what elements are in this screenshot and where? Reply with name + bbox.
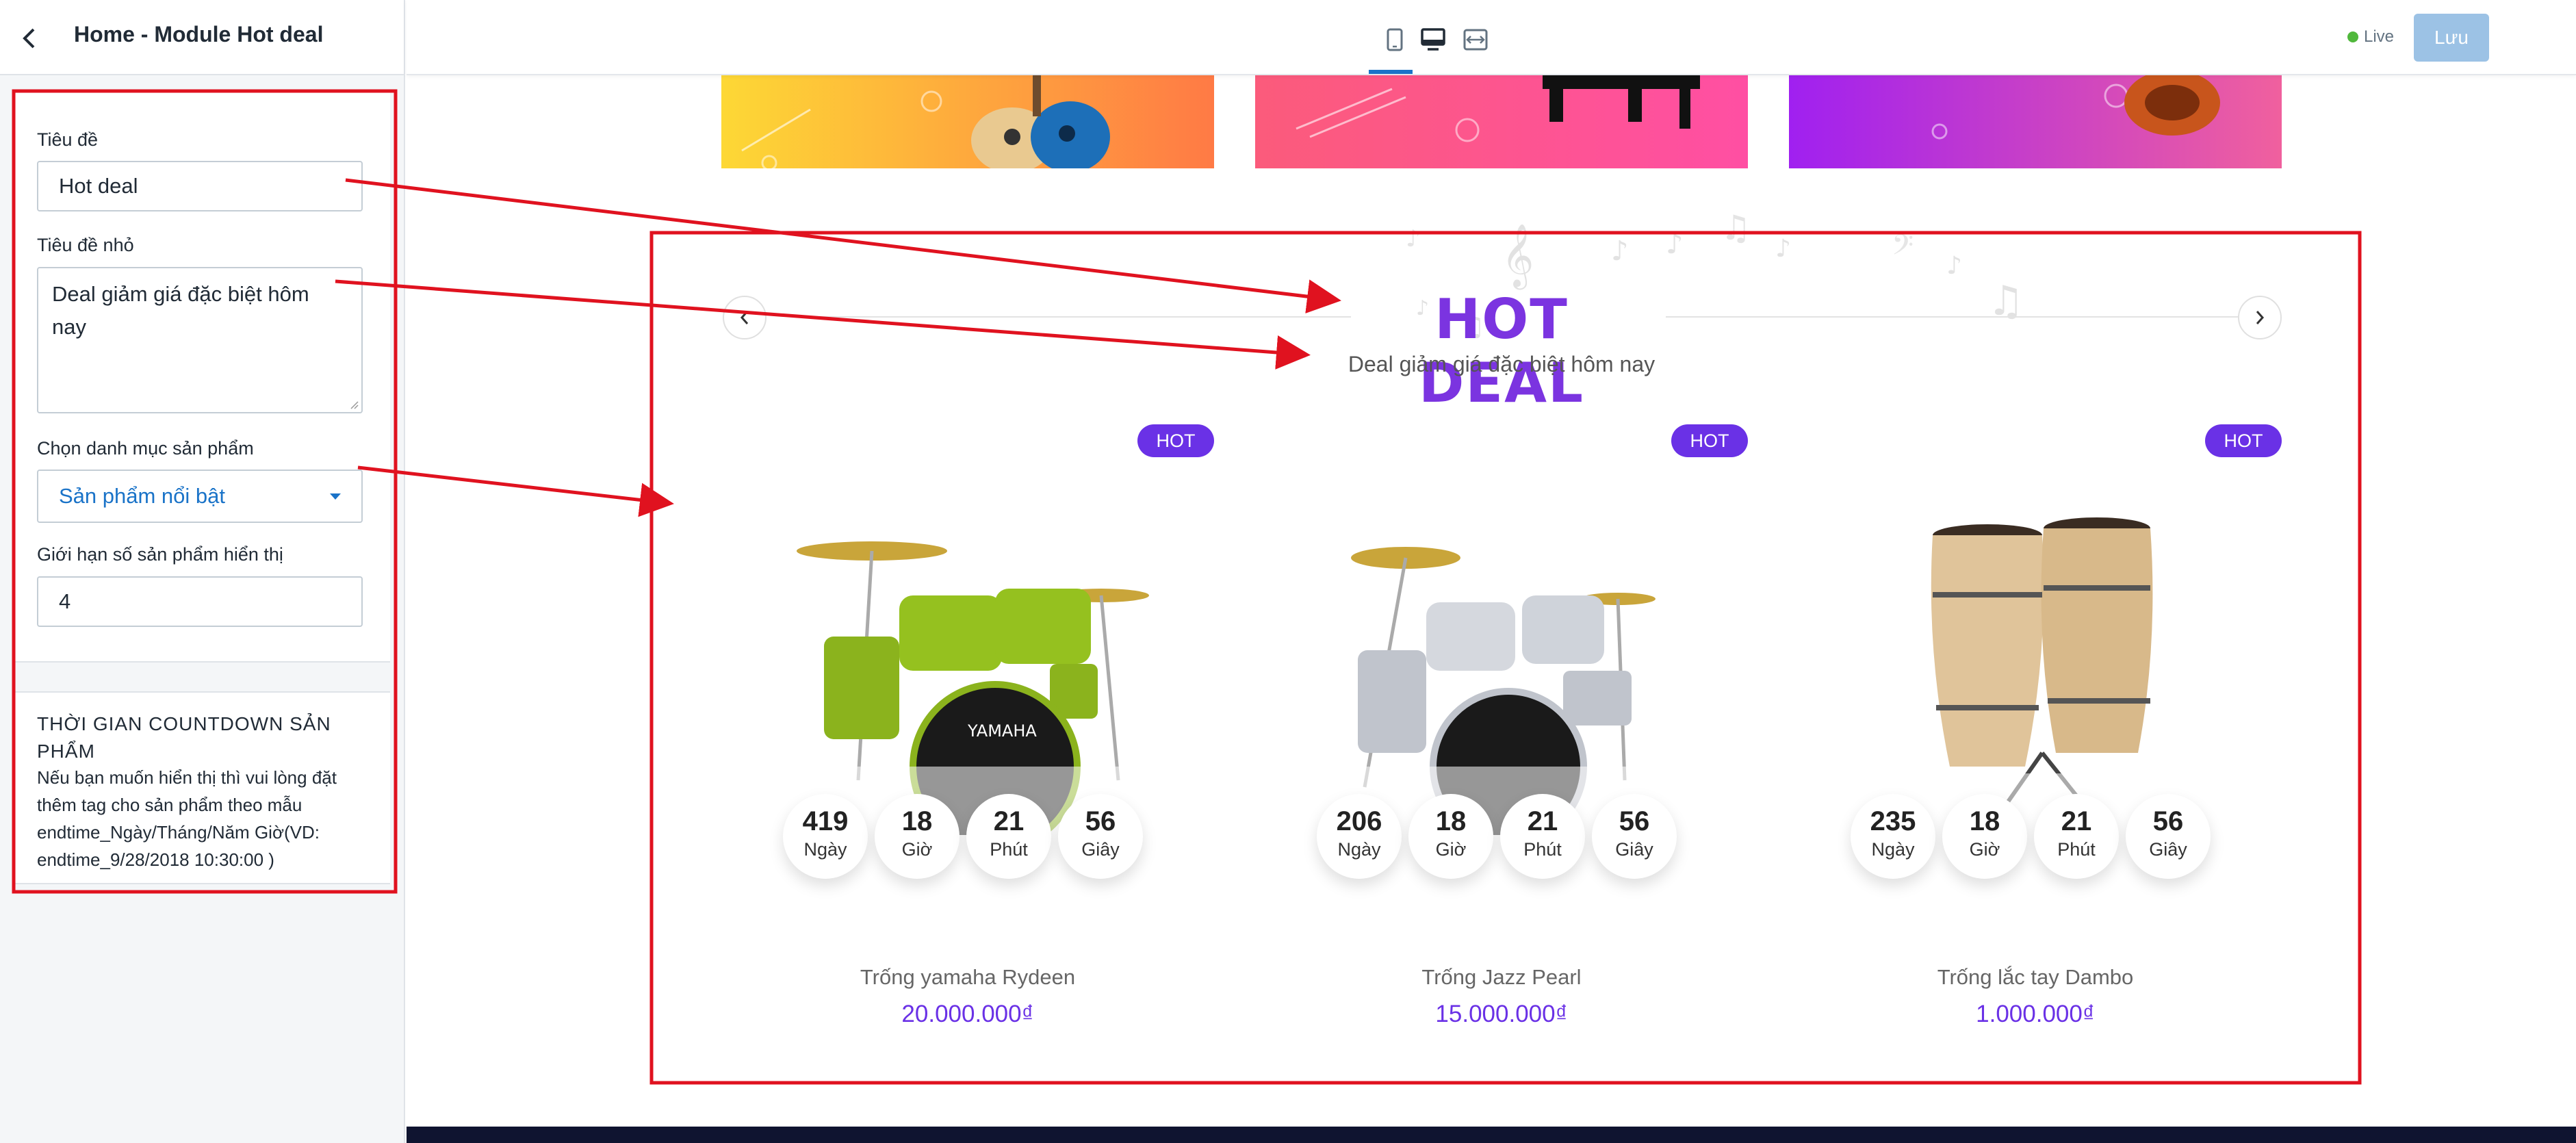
product-card[interactable]: HOT 235 Ngày 18 Giờ 21 Phút 56 Giây Trống lắ…: [1789, 424, 2282, 1109]
category-field-label: Chọn danh mục sản phẩm: [37, 438, 254, 459]
mobile-view-button[interactable]: [1374, 21, 1415, 59]
countdown-seconds: 56 Giây: [2126, 794, 2211, 879]
title-field-label: Tiêu đề: [37, 129, 99, 150]
piano-banner-image: [1255, 75, 1748, 168]
svg-text:♪: ♪: [1946, 252, 1962, 280]
fullwidth-view-button[interactable]: [1455, 21, 1496, 59]
countdown-info-card: THỜI GIAN COUNTDOWN SẢN PHẨM Nếu bạn muố…: [15, 691, 390, 884]
back-button[interactable]: [10, 19, 48, 57]
limit-field-label: Giới hạn số sản phẩm hiển thị: [37, 544, 283, 565]
product-name[interactable]: Trống yamaha Rydeen: [721, 965, 1214, 990]
countdown-timer: 419 Ngày 18 Giờ 21 Phút 56 Giây: [783, 794, 1166, 890]
product-price: 1.000.000₫: [1976, 1001, 2095, 1027]
countdown-hours: 18 Giờ: [875, 794, 959, 879]
countdown-timer: 206 Ngày 18 Giờ 21 Phút 56 Giây: [1317, 794, 1700, 890]
title-divider-left: [803, 316, 1351, 318]
countdown-minutes: 21 Phút: [2034, 794, 2119, 879]
hot-deal-subtitle: Deal giảm giá đặc biệt hôm nay: [1348, 352, 1656, 376]
svg-text:♪: ♪: [1775, 235, 1791, 263]
countdown-heading: THỜI GIAN COUNTDOWN SẢN PHẨM: [37, 713, 331, 762]
live-label: Live: [2364, 27, 2395, 46]
svg-text:♫: ♫: [1987, 277, 2024, 325]
hot-badge: HOT: [2205, 424, 2282, 457]
product-price: 15.000.000₫: [1435, 1001, 1568, 1027]
music-notes-decoration: 𝄞 𝄢 ♫ ♪ ♪ ♫ ♪ ♪ ♪ ♫ ♪: [1406, 212, 2024, 342]
countdown-minutes: 21 Phút: [1500, 794, 1585, 879]
violin-banner-image: [1789, 75, 2282, 168]
limit-input[interactable]: 4: [37, 576, 363, 627]
conga-drums-image: [1830, 517, 2241, 835]
fullwidth-icon: [1463, 29, 1488, 51]
green-drum-kit-image: YAMAHA: [762, 541, 1173, 835]
guitar-banner-image: [721, 75, 1214, 168]
chevron-right-icon: [2256, 311, 2265, 324]
category-banner-piano[interactable]: [1255, 75, 1748, 168]
svg-text:♪: ♪: [1611, 235, 1629, 267]
product-card[interactable]: HOT YAMAHA 419 Ngày 18 Giờ 21 Phút 56 Giây T…: [721, 424, 1214, 1109]
countdown-hours: 18 Giờ: [1942, 794, 2027, 879]
countdown-description: Nếu bạn muốn hiển thị thì vui lòng đặt t…: [37, 767, 337, 870]
svg-text:♫: ♫: [1721, 212, 1751, 248]
prev-slide-button[interactable]: [723, 296, 767, 339]
category-banner-violin[interactable]: [1789, 75, 2282, 168]
desktop-view-button[interactable]: [1413, 21, 1454, 59]
product-name[interactable]: Trống lắc tay Dambo: [1789, 965, 2282, 990]
chevron-left-icon: [23, 28, 35, 49]
product-price: 20.000.000₫: [901, 1001, 1034, 1027]
chevron-left-icon: [740, 311, 749, 324]
save-button[interactable]: Lưu: [2414, 14, 2489, 62]
category-banner-guitar[interactable]: [721, 75, 1214, 168]
silver-drum-kit-image: [1296, 547, 1707, 835]
countdown-minutes: 21 Phút: [966, 794, 1051, 879]
svg-text:YAMAHA: YAMAHA: [967, 721, 1037, 741]
next-slide-button[interactable]: [2238, 296, 2282, 339]
mobile-icon: [1387, 28, 1403, 51]
live-status-dot: [2347, 31, 2358, 42]
sidebar-title: Home - Module Hot deal: [74, 22, 324, 47]
resize-grip-icon[interactable]: [349, 400, 359, 409]
caret-down-icon: [330, 493, 341, 500]
svg-text:♪: ♪: [1666, 229, 1684, 260]
subtitle-textarea[interactable]: Deal giảm giá đặc biệt hôm nay: [37, 267, 363, 413]
category-select-value: Sản phẩm nổi bật: [59, 484, 226, 508]
editor-sidebar: Home - Module Hot deal Tiêu đề Hot deal …: [0, 0, 405, 1143]
desktop-icon: [1421, 28, 1445, 51]
preview-toolbar: Live Lưu: [407, 0, 2576, 75]
countdown-seconds: 56 Giây: [1592, 794, 1677, 879]
category-select[interactable]: Sản phẩm nổi bật: [37, 470, 363, 523]
svg-text:𝄞: 𝄞: [1502, 223, 1534, 290]
countdown-seconds: 56 Giây: [1058, 794, 1143, 879]
subtitle-field-label: Tiêu đề nhỏ: [37, 235, 134, 255]
countdown-days: 206 Ngày: [1317, 794, 1402, 879]
svg-text:𝄢: 𝄢: [1892, 229, 1914, 268]
hot-badge: HOT: [1137, 424, 1214, 457]
svg-text:♪: ♪: [1406, 225, 1421, 253]
product-card[interactable]: HOT 206 Ngày 18 Giờ 21 Phút 56 Giây Trống Ja…: [1255, 424, 1748, 1109]
active-view-indicator: [1369, 70, 1413, 74]
hot-deal-title: HOT DEAL: [1419, 287, 1584, 415]
footer-strip: [407, 1127, 2576, 1143]
sidebar-header: Home - Module Hot deal: [0, 0, 404, 75]
product-name[interactable]: Trống Jazz Pearl: [1255, 965, 1748, 990]
countdown-days: 419 Ngày: [783, 794, 868, 879]
live-indicator: Live: [2347, 27, 2394, 47]
module-settings-card: Tiêu đề Hot deal Tiêu đề nhỏ Deal giảm g…: [15, 92, 390, 663]
countdown-timer: 235 Ngày 18 Giờ 21 Phút 56 Giây: [1851, 794, 2234, 890]
countdown-hours: 18 Giờ: [1408, 794, 1493, 879]
title-divider-right: [1666, 316, 2241, 318]
storefront-preview: 𝄞 𝄢 ♫ ♪ ♪ ♫ ♪ ♪ ♪ ♫ ♪ HOT DEAL Deal giảm…: [407, 75, 2576, 1143]
hot-badge: HOT: [1671, 424, 1748, 457]
title-input[interactable]: Hot deal: [37, 161, 363, 211]
countdown-days: 235 Ngày: [1851, 794, 1935, 879]
subtitle-textarea-value: Deal giảm giá đặc biệt hôm nay: [52, 282, 309, 339]
